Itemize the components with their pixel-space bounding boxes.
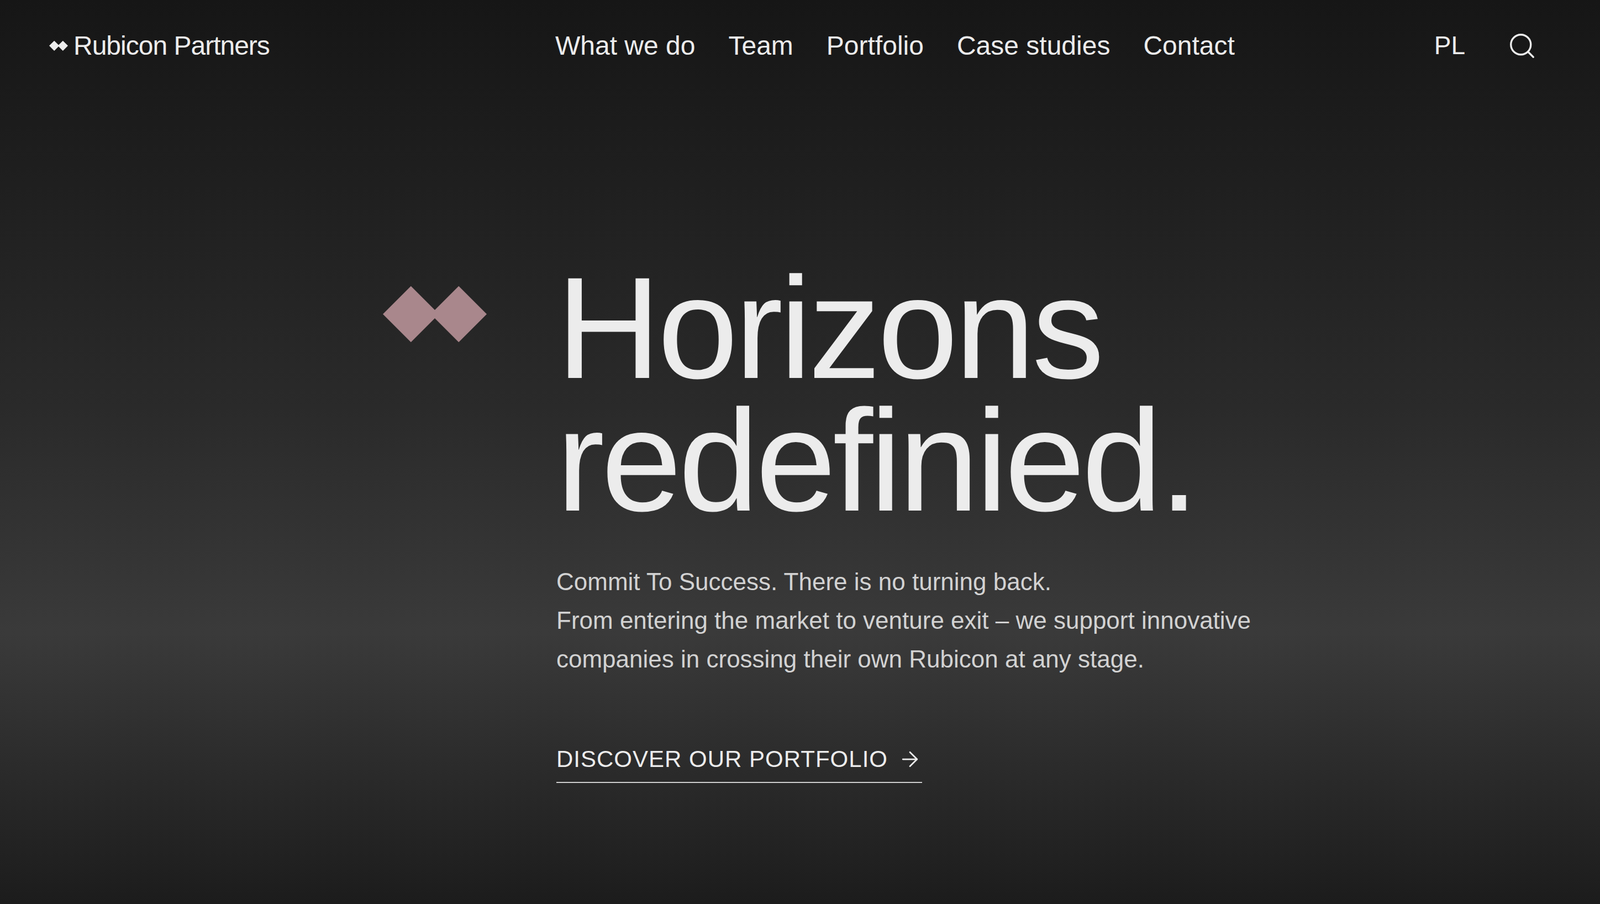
nav-item[interactable]: Contact bbox=[1143, 29, 1235, 63]
brand-mark-icon bbox=[382, 283, 487, 345]
hero-subtitle: Commit To Success. There is no turning b… bbox=[556, 562, 1251, 679]
portfolio-cta[interactable]: DISCOVER OUR PORTFOLIO bbox=[556, 744, 923, 783]
language-switch[interactable]: PL bbox=[1434, 29, 1466, 62]
search-button[interactable] bbox=[1504, 28, 1540, 63]
nav-item[interactable]: Case studies bbox=[956, 29, 1110, 63]
arrow-right-icon bbox=[897, 746, 923, 772]
nav-item[interactable]: Portfolio bbox=[826, 29, 924, 63]
search-icon bbox=[1507, 30, 1538, 61]
subtitle-line: Commit To Success. There is no turning b… bbox=[556, 562, 1251, 602]
logo-mark-icon bbox=[49, 40, 68, 52]
hero-title-line: redefinied. bbox=[556, 394, 1251, 528]
subtitle-line: From entering the market to venture exit… bbox=[556, 601, 1251, 640]
page: Rubicon PartnersWhat we do Team Portfolio C… bbox=[0, 0, 1600, 904]
nav-item[interactable]: Team bbox=[728, 29, 793, 63]
hero: Horizonsredefinied. Commit To Success. Th… bbox=[0, 79, 1600, 783]
logo[interactable]: Rubicon Partners bbox=[49, 29, 547, 63]
main-nav: What we do Team Portfolio Case studies Conta… bbox=[555, 29, 1235, 63]
hero-title-line: Horizons bbox=[556, 261, 1251, 395]
header: Rubicon PartnersWhat we do Team Portfolio C… bbox=[0, 0, 1600, 80]
hero-title: Horizonsredefinied. bbox=[556, 261, 1251, 528]
nav-item[interactable]: What we do bbox=[555, 29, 696, 63]
subtitle-line: companies in crossing their own Rubicon … bbox=[556, 639, 1251, 679]
